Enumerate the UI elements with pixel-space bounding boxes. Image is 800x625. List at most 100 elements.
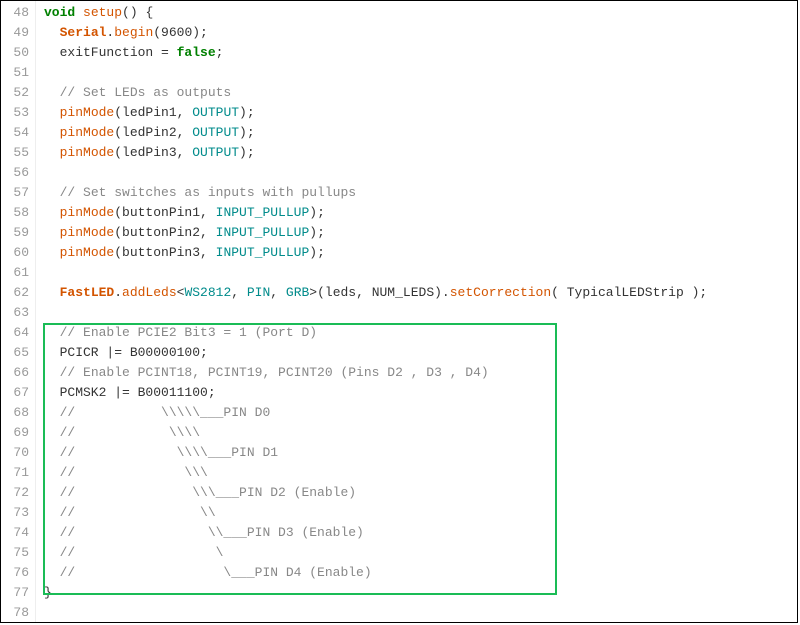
line-number: 50 — [5, 43, 29, 63]
line-number: 76 — [5, 563, 29, 583]
token-text: ( TypicalLEDStrip ); — [551, 285, 707, 300]
code-lines[interactable]: void setup() { Serial.begin(9600); exitF… — [36, 1, 797, 622]
token-text: exitFunction = — [44, 45, 177, 60]
code-line[interactable] — [44, 303, 797, 323]
code-line[interactable]: pinMode(buttonPin1, INPUT_PULLUP); — [44, 203, 797, 223]
line-number: 77 — [5, 583, 29, 603]
code-line[interactable]: PCICR |= B00000100; — [44, 343, 797, 363]
token-const: WS2812 — [184, 285, 231, 300]
token-cmt: // \\\ — [60, 465, 208, 480]
token-text: (ledPin2, — [114, 125, 192, 140]
token-text — [44, 485, 60, 500]
line-number: 60 — [5, 243, 29, 263]
token-text: . — [114, 285, 122, 300]
token-text — [44, 85, 60, 100]
code-line[interactable] — [44, 163, 797, 183]
code-line[interactable] — [44, 263, 797, 283]
code-line[interactable]: FastLED.addLeds<WS2812, PIN, GRB>(leds, … — [44, 283, 797, 303]
token-fn: addLeds — [122, 285, 177, 300]
code-editor[interactable]: 4849505152535455565758596061626364656667… — [0, 0, 798, 623]
token-const: OUTPUT — [192, 145, 239, 160]
token-cmt: // Enable PCIE2 Bit3 = 1 (Port D) — [60, 325, 317, 340]
token-text — [44, 285, 60, 300]
token-cmt: // Set switches as inputs with pullups — [60, 185, 356, 200]
token-text — [44, 365, 60, 380]
line-number: 64 — [5, 323, 29, 343]
code-line[interactable]: // \\\___PIN D2 (Enable) — [44, 483, 797, 503]
line-number: 52 — [5, 83, 29, 103]
line-number: 73 — [5, 503, 29, 523]
code-line[interactable]: exitFunction = false; — [44, 43, 797, 63]
token-fn2: FastLED — [60, 285, 115, 300]
token-text: } — [44, 585, 52, 600]
token-const: INPUT_PULLUP — [216, 225, 310, 240]
token-text: ); — [309, 225, 325, 240]
line-number: 49 — [5, 23, 29, 43]
token-text: PCMSK2 |= B00011100; — [44, 385, 216, 400]
code-line[interactable]: // \___PIN D4 (Enable) — [44, 563, 797, 583]
code-line[interactable]: // \\\ — [44, 463, 797, 483]
line-number: 51 — [5, 63, 29, 83]
code-line[interactable]: pinMode(ledPin2, OUTPUT); — [44, 123, 797, 143]
line-number: 55 — [5, 143, 29, 163]
code-line[interactable]: } — [44, 583, 797, 603]
token-text: ; — [216, 45, 224, 60]
token-cmt: // \\\\ — [60, 425, 200, 440]
line-number: 70 — [5, 443, 29, 463]
token-text — [44, 545, 60, 560]
code-line[interactable]: // \ — [44, 543, 797, 563]
token-text: (buttonPin3, — [114, 245, 215, 260]
line-number: 72 — [5, 483, 29, 503]
line-number: 71 — [5, 463, 29, 483]
code-line[interactable]: pinMode(ledPin3, OUTPUT); — [44, 143, 797, 163]
code-line[interactable]: pinMode(ledPin1, OUTPUT); — [44, 103, 797, 123]
token-text — [44, 425, 60, 440]
code-line[interactable]: // Set LEDs as outputs — [44, 83, 797, 103]
token-cmt: // \\\\___PIN D1 — [60, 445, 278, 460]
token-text: >(leds, NUM_LEDS). — [309, 285, 449, 300]
token-text — [44, 325, 60, 340]
token-text: () { — [122, 5, 153, 20]
token-const: INPUT_PULLUP — [216, 205, 310, 220]
token-fn: pinMode — [60, 225, 115, 240]
token-fn: pinMode — [60, 125, 115, 140]
token-fn: pinMode — [60, 205, 115, 220]
token-text — [44, 245, 60, 260]
line-number: 54 — [5, 123, 29, 143]
code-line[interactable]: PCMSK2 |= B00011100; — [44, 383, 797, 403]
code-line[interactable]: // \\ — [44, 503, 797, 523]
code-line[interactable]: // Set switches as inputs with pullups — [44, 183, 797, 203]
code-line[interactable]: // Enable PCIE2 Bit3 = 1 (Port D) — [44, 323, 797, 343]
code-line[interactable] — [44, 63, 797, 83]
token-text — [44, 25, 60, 40]
code-line[interactable]: // \\\\\___PIN D0 — [44, 403, 797, 423]
token-const: GRB — [286, 285, 309, 300]
code-line[interactable]: // \\\\ — [44, 423, 797, 443]
token-kw: false — [177, 45, 216, 60]
token-text: ); — [239, 105, 255, 120]
code-line[interactable]: // \\\\___PIN D1 — [44, 443, 797, 463]
code-line[interactable]: pinMode(buttonPin2, INPUT_PULLUP); — [44, 223, 797, 243]
token-text: (9600); — [153, 25, 208, 40]
line-number: 69 — [5, 423, 29, 443]
code-line[interactable]: // \\___PIN D3 (Enable) — [44, 523, 797, 543]
token-text — [44, 405, 60, 420]
token-cmt: // \ — [60, 545, 224, 560]
code-line[interactable]: void setup() { — [44, 3, 797, 23]
token-fn: pinMode — [60, 105, 115, 120]
line-number-gutter: 4849505152535455565758596061626364656667… — [1, 1, 36, 622]
token-text — [44, 465, 60, 480]
code-line[interactable]: // Enable PCINT18, PCINT19, PCINT20 (Pin… — [44, 363, 797, 383]
token-text: (ledPin1, — [114, 105, 192, 120]
line-number: 53 — [5, 103, 29, 123]
token-cmt: // Enable PCINT18, PCINT19, PCINT20 (Pin… — [60, 365, 489, 380]
code-line[interactable] — [44, 603, 797, 622]
token-fn: pinMode — [60, 145, 115, 160]
token-text: ); — [239, 125, 255, 140]
token-text — [44, 205, 60, 220]
token-text — [44, 125, 60, 140]
code-line[interactable]: Serial.begin(9600); — [44, 23, 797, 43]
line-number: 58 — [5, 203, 29, 223]
token-fn2: Serial — [60, 25, 107, 40]
code-line[interactable]: pinMode(buttonPin3, INPUT_PULLUP); — [44, 243, 797, 263]
